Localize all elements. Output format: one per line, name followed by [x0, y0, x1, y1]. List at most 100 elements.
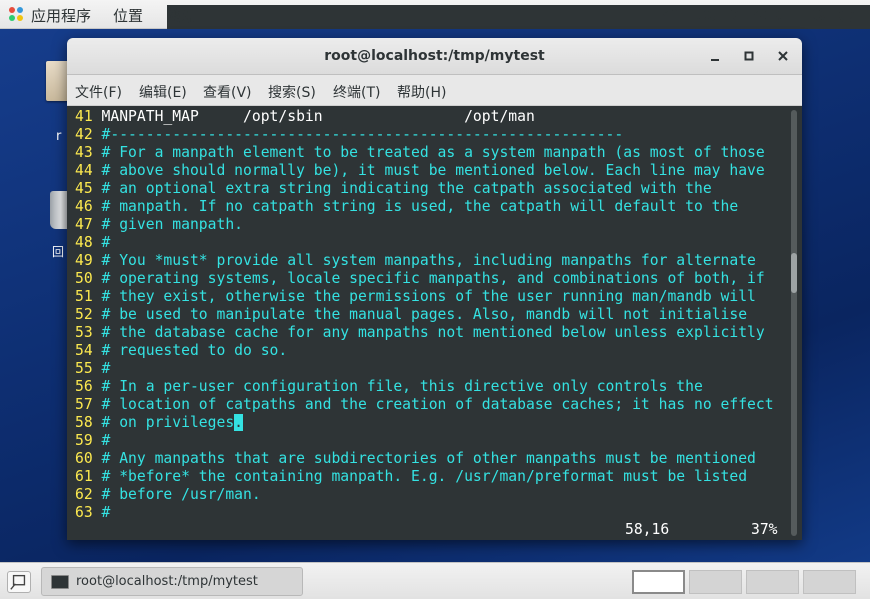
- line-number: 49: [75, 252, 102, 269]
- editor-line: 48 #: [75, 234, 110, 252]
- editor-line: 59 #: [75, 432, 110, 450]
- line-text: # an optional extra string indicating th…: [101, 180, 712, 197]
- text-cursor: .: [234, 414, 244, 431]
- volume-icon[interactable]: [808, 6, 826, 22]
- clock[interactable]: 10月 7 14：01: [694, 5, 793, 25]
- bottom-panel: root@localhost:/tmp/mytest: [0, 562, 870, 599]
- line-text: # be used to manipulate the manual pages…: [101, 306, 748, 323]
- line-text: # before /usr/man.: [101, 486, 261, 503]
- line-number: 44: [75, 162, 102, 179]
- line-text: # on privileges: [101, 414, 235, 431]
- places-menu[interactable]: 位置: [113, 5, 143, 26]
- menu-edit[interactable]: 编辑(E): [139, 82, 187, 102]
- line-number: 58: [75, 414, 102, 431]
- editor-line: 50 # operating systems, locale specific …: [75, 270, 765, 288]
- editor-line: 61 # *before* the containing manpath. E.…: [75, 468, 747, 486]
- maximize-icon[interactable]: [741, 48, 757, 64]
- home-folder-label: r: [56, 129, 62, 144]
- menu-search[interactable]: 搜索(S): [268, 82, 316, 102]
- line-text: # manpath. If no catpath string is used,…: [101, 198, 739, 215]
- top-panel: 应用程序 位置 终端 zh 10月 7 14：01: [0, 0, 870, 439]
- close-icon[interactable]: [775, 48, 791, 64]
- line-number: 45: [75, 180, 102, 197]
- line-number: 52: [75, 306, 102, 323]
- line-number: 55: [75, 360, 102, 377]
- line-text: #: [101, 234, 111, 251]
- line-number: 56: [75, 378, 102, 395]
- input-method-indicator[interactable]: zh: [662, 5, 678, 21]
- line-text: #: [101, 504, 111, 521]
- show-desktop-icon[interactable]: [7, 571, 31, 593]
- editor-line: 52 # be used to manipulate the manual pa…: [75, 306, 747, 324]
- line-number: 57: [75, 396, 102, 413]
- line-number: 42: [75, 126, 102, 143]
- editor-line: 63 #: [75, 504, 110, 522]
- line-text: #: [101, 360, 111, 377]
- terminal-content[interactable]: 58,16 37% 41 MANPATH_MAP /opt/sbin /opt/…: [67, 106, 802, 540]
- line-text: # *before* the containing manpath. E.g. …: [101, 468, 748, 485]
- line-text: # requested to do so.: [101, 342, 288, 359]
- line-text: #---------------------------------------…: [101, 126, 624, 143]
- trash-label: 回: [52, 245, 65, 259]
- menu-file[interactable]: 文件(F): [75, 82, 122, 102]
- line-number: 46: [75, 198, 102, 215]
- menu-help[interactable]: 帮助(H): [397, 82, 446, 102]
- editor-line: 62 # before /usr/man.: [75, 486, 261, 504]
- line-text: # You *must* provide all system manpaths…: [101, 252, 756, 269]
- editor-line: 43 # For a manpath element to be treated…: [75, 144, 765, 162]
- line-text: # location of catpaths and the creation …: [101, 396, 774, 413]
- line-number: 47: [75, 216, 102, 233]
- scrollbar[interactable]: [791, 110, 797, 536]
- editor-line: 42 #------------------------------------…: [75, 126, 623, 144]
- line-text: # the database cache for any manpaths no…: [101, 324, 765, 341]
- applications-menu[interactable]: 应用程序: [31, 5, 91, 26]
- menu-terminal[interactable]: 终端(T): [333, 82, 380, 102]
- line-number: 41: [75, 108, 102, 125]
- taskbar-terminal-label: root@localhost:/tmp/mytest: [76, 574, 258, 589]
- minimize-icon[interactable]: [707, 48, 723, 64]
- workspace-1[interactable]: [632, 570, 685, 594]
- terminal-window: root@localhost:/tmp/mytest 文件(F) 编辑(E) 查…: [67, 38, 802, 540]
- line-number: 50: [75, 270, 102, 287]
- menu-view[interactable]: 查看(V): [203, 82, 252, 102]
- window-title: root@localhost:/tmp/mytest: [324, 48, 545, 64]
- line-number: 53: [75, 324, 102, 341]
- editor-line: 53 # the database cache for any manpaths…: [75, 324, 765, 342]
- editor-line: 46 # manpath. If no catpath string is us…: [75, 198, 738, 216]
- line-text: # they exist, otherwise the permissions …: [101, 288, 756, 305]
- line-text: MANPATH_MAP /opt/sbin /opt/man: [101, 108, 535, 125]
- line-text: # operating systems, locale specific man…: [101, 270, 765, 287]
- scroll-percent: 37%: [751, 521, 778, 538]
- line-number: 62: [75, 486, 102, 503]
- editor-line: 41 MANPATH_MAP /opt/sbin /opt/man: [75, 108, 535, 126]
- line-number: 48: [75, 234, 102, 251]
- menu-bar: 文件(F) 编辑(E) 查看(V) 搜索(S) 终端(T) 帮助(H): [67, 75, 802, 106]
- editor-line: 47 # given manpath.: [75, 216, 243, 234]
- line-number: 51: [75, 288, 102, 305]
- line-text: # In a per-user configuration file, this…: [101, 378, 703, 395]
- line-number: 54: [75, 342, 102, 359]
- line-number: 61: [75, 468, 102, 485]
- editor-line: 57 # location of catpaths and the creati…: [75, 396, 774, 414]
- window-titlebar[interactable]: root@localhost:/tmp/mytest: [67, 38, 802, 75]
- workspace-3[interactable]: [746, 570, 799, 594]
- editor-line: 55 #: [75, 360, 110, 378]
- line-text: #: [101, 432, 111, 449]
- line-number: 59: [75, 432, 102, 449]
- line-text: # For a manpath element to be treated as…: [101, 144, 765, 161]
- editor-line: 60 # Any manpaths that are subdirectorie…: [75, 450, 756, 468]
- scrollbar-thumb[interactable]: [791, 253, 797, 293]
- editor-line: 51 # they exist, otherwise the permissio…: [75, 288, 756, 306]
- workspace-4[interactable]: [803, 570, 856, 594]
- line-text: # Any manpaths that are subdirectories o…: [101, 450, 756, 467]
- taskbar-terminal-button[interactable]: root@localhost:/tmp/mytest: [41, 567, 303, 596]
- line-number: 43: [75, 144, 102, 161]
- editor-line: 54 # requested to do so.: [75, 342, 287, 360]
- editor-line: 58 # on privileges.: [75, 414, 244, 432]
- editor-line: 45 # an optional extra string indicating…: [75, 180, 712, 198]
- workspace-2[interactable]: [689, 570, 742, 594]
- cursor-position: 58,16: [625, 521, 670, 538]
- terminal-icon: [51, 575, 69, 589]
- applications-icon[interactable]: [9, 7, 24, 22]
- power-icon[interactable]: [838, 6, 855, 23]
